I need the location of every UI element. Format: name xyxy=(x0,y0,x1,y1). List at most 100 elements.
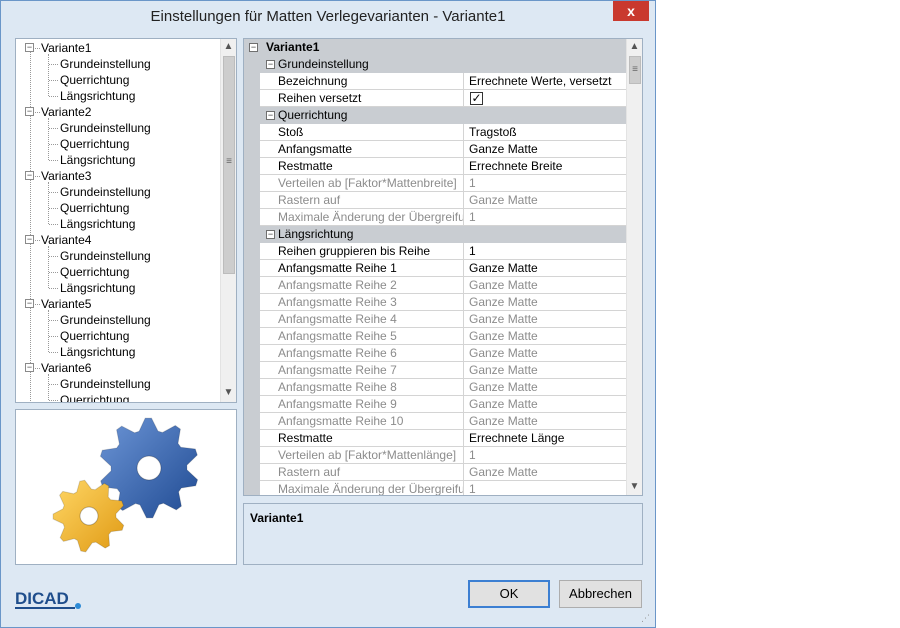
property-row[interactable]: Restmatte Errechnete Länge xyxy=(244,430,626,447)
gears-icon xyxy=(52,417,199,553)
tree-connector xyxy=(30,51,31,401)
property-value[interactable]: Errechnete Länge xyxy=(464,430,626,447)
tree-connector xyxy=(49,352,58,353)
property-value[interactable]: ✓ xyxy=(464,90,626,107)
tree-scrollbar[interactable]: ▲ ≡ ▼ xyxy=(220,39,236,402)
tree-scroll-thumb[interactable]: ≡ xyxy=(223,56,235,274)
property-row[interactable]: Verteilen ab [Faktor*Mattenlänge] 1 xyxy=(244,447,626,464)
tree-scroll-down-icon[interactable]: ▼ xyxy=(221,385,236,401)
tree-node-section[interactable]: Grundeinstellung xyxy=(60,312,151,328)
property-category[interactable]: − Längsrichtung xyxy=(244,226,626,243)
property-row[interactable]: Rastern auf Ganze Matte xyxy=(244,192,626,209)
property-row[interactable]: Maximale Änderung der Übergreifu... 1 xyxy=(244,209,626,226)
tree-connector xyxy=(49,144,58,145)
tree-node-section[interactable]: Längsrichtung xyxy=(60,152,135,168)
property-row[interactable]: Anfangsmatte Reihe 10 Ganze Matte xyxy=(244,413,626,430)
property-name: Anfangsmatte Reihe 6 xyxy=(260,345,464,362)
property-row[interactable]: Anfangsmatte Reihe 7 Ganze Matte xyxy=(244,362,626,379)
property-row[interactable]: Reihen versetzt ✓ xyxy=(244,90,626,107)
tree-node-section[interactable]: Grundeinstellung xyxy=(60,184,151,200)
category-collapse-icon[interactable]: − xyxy=(266,230,275,239)
description-title: Variante1 xyxy=(250,511,304,525)
property-root-category[interactable]: − Variante1 xyxy=(244,39,626,56)
property-row[interactable]: Anfangsmatte Reihe 6 Ganze Matte xyxy=(244,345,626,362)
close-button[interactable]: x xyxy=(613,1,649,21)
grip-icon: ≡ xyxy=(226,156,232,167)
tree-node-section[interactable]: Grundeinstellung xyxy=(60,248,151,264)
property-grid-content: − Variante1− Grundeinstellung Bezeichnung Er… xyxy=(244,39,626,495)
tree-node-section[interactable]: Grundeinstellung xyxy=(60,56,151,72)
tree-node-section[interactable]: Querrichtung xyxy=(60,136,129,152)
tree-connector xyxy=(49,336,58,337)
property-category[interactable]: − Querrichtung xyxy=(244,107,626,124)
tree-connector xyxy=(49,224,58,225)
checkbox-checked-icon[interactable]: ✓ xyxy=(470,92,483,105)
property-row[interactable]: Restmatte Errechnete Breite xyxy=(244,158,626,175)
property-scrollbar[interactable]: ▲ ≡ ▼ xyxy=(626,39,642,495)
property-name: Stoß xyxy=(260,124,464,141)
property-row[interactable]: Anfangsmatte Reihe 4 Ganze Matte xyxy=(244,311,626,328)
cancel-button[interactable]: Abbrechen xyxy=(559,580,642,608)
property-value[interactable]: Errechnete Breite xyxy=(464,158,626,175)
property-value[interactable]: 1 xyxy=(464,243,626,260)
tree-collapse-icon[interactable]: − xyxy=(25,235,34,244)
tree-connector xyxy=(49,64,58,65)
category-collapse-icon[interactable]: − xyxy=(266,111,275,120)
property-row[interactable]: Maximale Änderung der Übergreifu... 1 xyxy=(244,481,626,495)
category-collapse-icon[interactable]: − xyxy=(249,43,258,52)
property-row[interactable]: Anfangsmatte Reihe 2 Ganze Matte xyxy=(244,277,626,294)
property-value: 1 xyxy=(464,481,626,495)
tree-node-section[interactable]: Grundeinstellung xyxy=(60,376,151,392)
tree-node-section[interactable]: Querrichtung xyxy=(60,264,129,280)
tree-connector xyxy=(35,368,40,369)
property-name: Anfangsmatte Reihe 5 xyxy=(260,328,464,345)
tree-node-section[interactable]: Querrichtung xyxy=(60,392,129,402)
property-name: Restmatte xyxy=(260,158,464,175)
property-row[interactable]: Rastern auf Ganze Matte xyxy=(244,464,626,481)
property-name: Restmatte xyxy=(260,430,464,447)
property-row[interactable]: Anfangsmatte Ganze Matte xyxy=(244,141,626,158)
property-name: Verteilen ab [Faktor*Mattenbreite] xyxy=(260,175,464,192)
tree-node-section[interactable]: Längsrichtung xyxy=(60,88,135,104)
property-value: Ganze Matte xyxy=(464,362,626,379)
tree-connector xyxy=(48,374,49,400)
property-row[interactable]: Verteilen ab [Faktor*Mattenbreite] 1 xyxy=(244,175,626,192)
property-scroll-up-icon[interactable]: ▲ xyxy=(627,39,642,55)
tree-collapse-icon[interactable]: − xyxy=(25,107,34,116)
tree-collapse-icon[interactable]: − xyxy=(25,171,34,180)
tree-connector xyxy=(48,118,49,160)
tree-node-section[interactable]: Grundeinstellung xyxy=(60,120,151,136)
property-row[interactable]: Anfangsmatte Reihe 1 Ganze Matte xyxy=(244,260,626,277)
property-category[interactable]: − Grundeinstellung xyxy=(244,56,626,73)
tree-connector xyxy=(35,240,40,241)
tree-node-section[interactable]: Längsrichtung xyxy=(60,344,135,360)
property-row[interactable]: Anfangsmatte Reihe 5 Ganze Matte xyxy=(244,328,626,345)
tree-node-section[interactable]: Längsrichtung xyxy=(60,216,135,232)
property-name: Bezeichnung xyxy=(260,73,464,90)
property-value[interactable]: Errechnete Werte, versetzt xyxy=(464,73,626,90)
property-value[interactable]: Ganze Matte xyxy=(464,260,626,277)
tree-connector xyxy=(35,176,40,177)
property-value[interactable]: Ganze Matte xyxy=(464,141,626,158)
tree-node-section[interactable]: Querrichtung xyxy=(60,72,129,88)
property-scroll-down-icon[interactable]: ▼ xyxy=(627,479,642,495)
property-row[interactable]: Anfangsmatte Reihe 8 Ganze Matte xyxy=(244,379,626,396)
tree-collapse-icon[interactable]: − xyxy=(25,299,34,308)
property-row[interactable]: Reihen gruppieren bis Reihe 1 xyxy=(244,243,626,260)
property-value[interactable]: Tragstoß xyxy=(464,124,626,141)
property-scroll-thumb[interactable]: ≡ xyxy=(629,56,641,84)
property-name: Anfangsmatte Reihe 4 xyxy=(260,311,464,328)
category-collapse-icon[interactable]: − xyxy=(266,60,275,69)
property-row[interactable]: Stoß Tragstoß xyxy=(244,124,626,141)
property-row[interactable]: Anfangsmatte Reihe 3 Ganze Matte xyxy=(244,294,626,311)
tree-collapse-icon[interactable]: − xyxy=(25,43,34,52)
tree-scroll-up-icon[interactable]: ▲ xyxy=(221,39,236,55)
ok-button[interactable]: OK xyxy=(468,580,550,608)
tree-collapse-icon[interactable]: − xyxy=(25,363,34,372)
tree-node-section[interactable]: Längsrichtung xyxy=(60,280,135,296)
property-row[interactable]: Anfangsmatte Reihe 9 Ganze Matte xyxy=(244,396,626,413)
property-row[interactable]: Bezeichnung Errechnete Werte, versetzt xyxy=(244,73,626,90)
tree-node-section[interactable]: Querrichtung xyxy=(60,200,129,216)
resize-grip-icon[interactable]: ⋰ xyxy=(641,613,650,624)
tree-node-section[interactable]: Querrichtung xyxy=(60,328,129,344)
